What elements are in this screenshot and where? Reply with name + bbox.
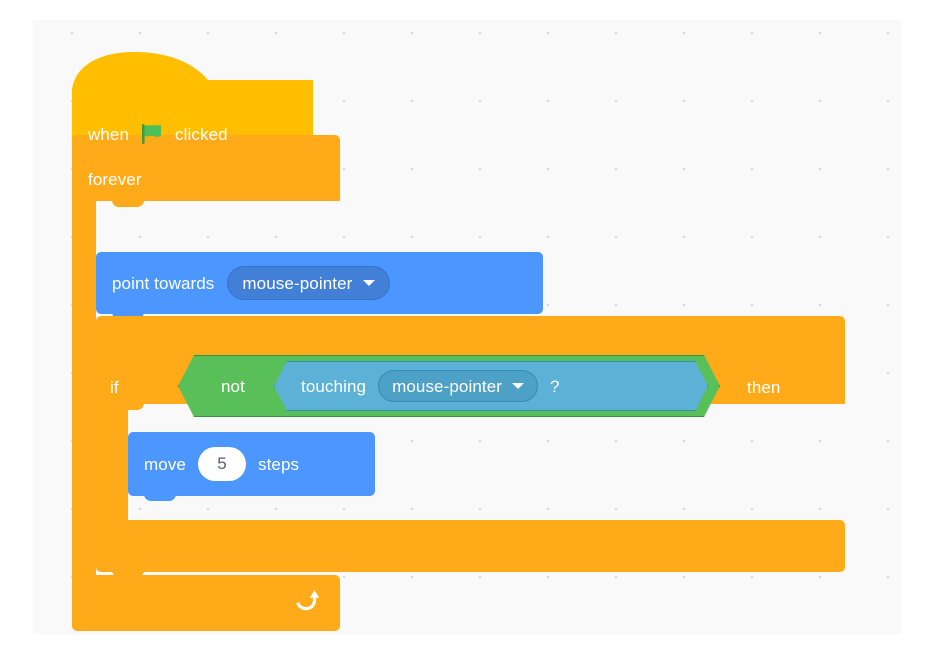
chevron-down-icon [512, 383, 524, 389]
move-content: move 5 steps [144, 447, 299, 481]
hat-block-content: when clicked [88, 116, 228, 152]
touching-content: touching mouse-pointer ? [301, 370, 560, 402]
chevron-down-icon [363, 280, 376, 286]
touching-question-mark: ? [550, 376, 560, 396]
if-bottom-bar [96, 520, 845, 572]
forever-inner-notch [112, 195, 144, 207]
loop-arrow-icon [296, 590, 319, 611]
point-towards-label: point towards [112, 273, 215, 293]
clicked-label: clicked [175, 124, 228, 144]
if-inner-notch [112, 398, 144, 410]
block-point-towards[interactable]: point towards mouse-pointer [96, 252, 543, 322]
if-label: if [110, 378, 119, 397]
forever-label: forever [88, 170, 142, 189]
touching-target-value: mouse-pointer [392, 376, 503, 396]
not-label: not [221, 377, 245, 396]
steps-label: steps [257, 454, 300, 474]
point-towards-target-value: mouse-pointer [242, 273, 353, 293]
point-towards-content: point towards mouse-pointer [112, 266, 391, 300]
then-label: then [747, 378, 781, 397]
green-flag-icon [142, 124, 162, 144]
move-bottom-notch [144, 490, 176, 501]
point-towards-target-dropdown[interactable]: mouse-pointer [227, 266, 391, 300]
touching-label: touching [301, 376, 367, 396]
forever-left-arm [72, 195, 96, 601]
block-workspace-canvas[interactable]: when clicked forever point towards mouse… [33, 20, 902, 634]
block-not-operator[interactable]: not touching mouse-pointer ? [178, 355, 720, 417]
if-bottom-notch [112, 565, 144, 577]
if-left-arm [96, 398, 128, 526]
block-touching[interactable]: touching mouse-pointer ? [274, 361, 708, 411]
move-label: move [144, 454, 186, 474]
when-label: when [88, 124, 130, 144]
touching-target-dropdown[interactable]: mouse-pointer [378, 370, 538, 402]
block-move-steps[interactable]: move 5 steps [128, 432, 375, 504]
move-steps-input[interactable]: 5 [197, 447, 246, 481]
